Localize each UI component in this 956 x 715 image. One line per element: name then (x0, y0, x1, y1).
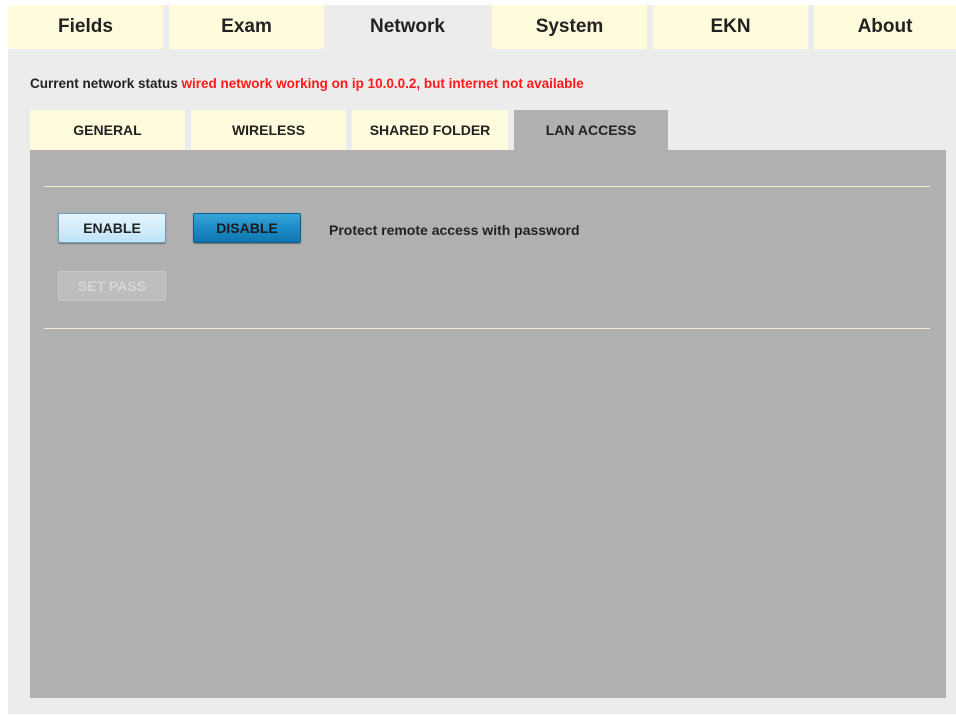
tab-ekn[interactable]: EKN (653, 5, 808, 49)
set-pass-button[interactable]: SET PASS (58, 271, 166, 301)
subtab-general[interactable]: GENERAL (30, 110, 185, 150)
subtab-wireless[interactable]: WIRELESS (191, 110, 346, 150)
tab-about[interactable]: About (814, 5, 956, 49)
disable-button[interactable]: DISABLE (193, 213, 301, 243)
tab-network[interactable]: Network (330, 5, 485, 49)
tab-exam[interactable]: Exam (169, 5, 324, 49)
divider (44, 328, 930, 329)
subtab-shared-folder[interactable]: SHARED FOLDER (352, 110, 508, 150)
lan-access-panel: ENABLE DISABLE Protect remote access wit… (30, 150, 946, 698)
app-window: Fields Exam Network System EKN About Cur… (8, 5, 956, 714)
subtab-lan-access[interactable]: LAN ACCESS (514, 110, 668, 150)
tab-fields[interactable]: Fields (8, 5, 163, 49)
network-status: Current network status wired network wor… (30, 76, 584, 91)
enable-button[interactable]: ENABLE (58, 213, 166, 243)
main-tab-bar: Fields Exam Network System EKN About (8, 5, 956, 49)
protect-access-label: Protect remote access with password (329, 222, 580, 238)
network-status-label: Current network status (30, 76, 178, 91)
divider (44, 186, 930, 187)
tab-system[interactable]: System (492, 5, 647, 49)
network-status-value: wired network working on ip 10.0.0.2, bu… (181, 76, 584, 91)
